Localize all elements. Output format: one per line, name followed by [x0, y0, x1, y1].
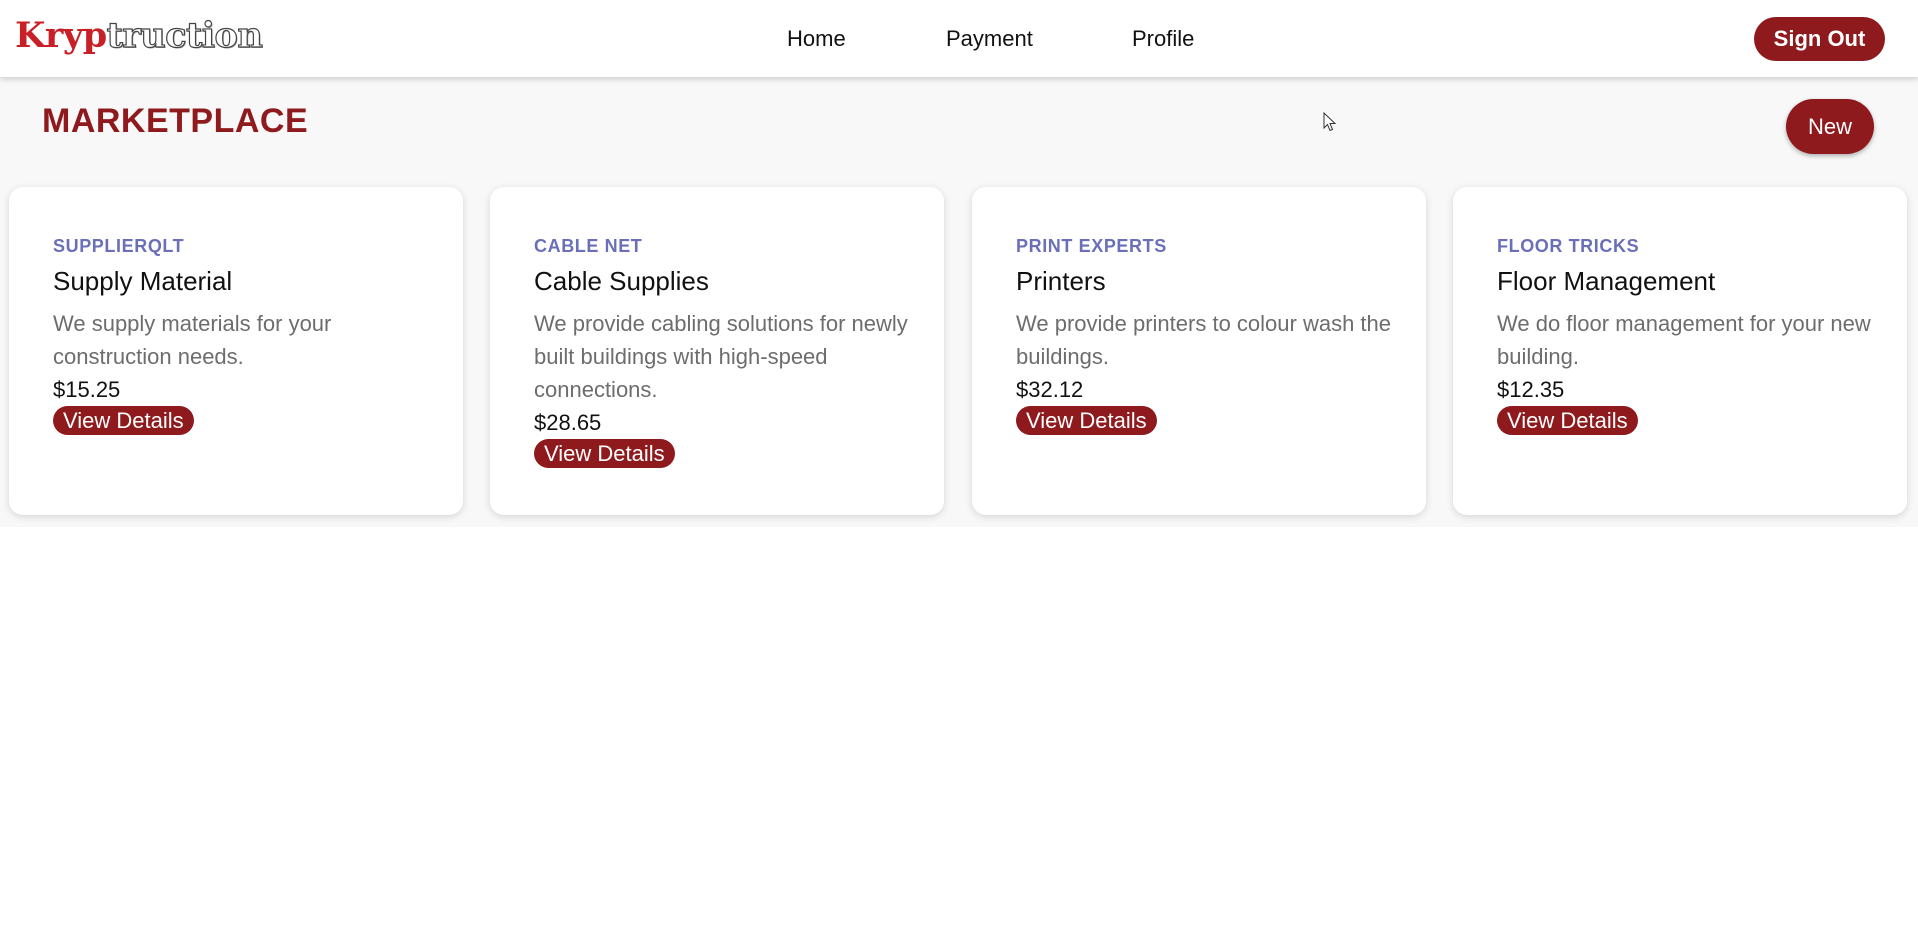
view-details-button[interactable]: View Details: [53, 406, 194, 435]
sign-out-button[interactable]: Sign Out: [1754, 17, 1885, 61]
card-title: Printers: [1016, 266, 1106, 296]
mouse-cursor-icon: [1323, 112, 1337, 132]
card-description: We provide printers to colour wash the b…: [1016, 311, 1391, 369]
top-navbar: Kryptruction Home Payment Profile Sign O…: [0, 0, 1918, 77]
card-title: Floor Management: [1497, 266, 1716, 296]
card-supplier: FLOOR TRICKS: [1497, 236, 1640, 256]
nav-links: Home Payment Profile: [0, 24, 1918, 54]
listing-card: PRINT EXPERTS Printers We provide printe…: [972, 187, 1426, 515]
page-title: MARKETPLACE: [42, 102, 309, 140]
card-price: $12.35: [1497, 377, 1565, 402]
listing-card: SUPPLIERQLT Supply Material We supply ma…: [9, 187, 463, 515]
new-listing-button[interactable]: New: [1786, 99, 1874, 154]
card-supplier: PRINT EXPERTS: [1016, 236, 1167, 256]
card-description: We do floor management for your new buil…: [1497, 311, 1871, 369]
view-details-button[interactable]: View Details: [534, 439, 675, 468]
nav-home-link[interactable]: Home: [787, 24, 846, 54]
card-supplier: SUPPLIERQLT: [53, 236, 185, 256]
view-details-button[interactable]: View Details: [1497, 406, 1638, 435]
listing-card: CABLE NET Cable Supplies We provide cabl…: [490, 187, 944, 515]
card-price: $32.12: [1016, 377, 1084, 402]
card-title: Supply Material: [53, 266, 233, 296]
card-description: We provide cabling solutions for newly b…: [534, 311, 908, 402]
listing-card: FLOOR TRICKS Floor Management We do floo…: [1453, 187, 1907, 515]
card-price: $28.65: [534, 410, 602, 435]
view-details-button[interactable]: View Details: [1016, 406, 1157, 435]
card-price: $15.25: [53, 377, 121, 402]
nav-profile-link[interactable]: Profile: [1132, 24, 1194, 54]
card-description: We supply materials for your constructio…: [53, 311, 332, 369]
card-supplier: CABLE NET: [534, 236, 643, 256]
nav-payment-link[interactable]: Payment: [946, 24, 1033, 54]
card-title: Cable Supplies: [534, 266, 709, 296]
